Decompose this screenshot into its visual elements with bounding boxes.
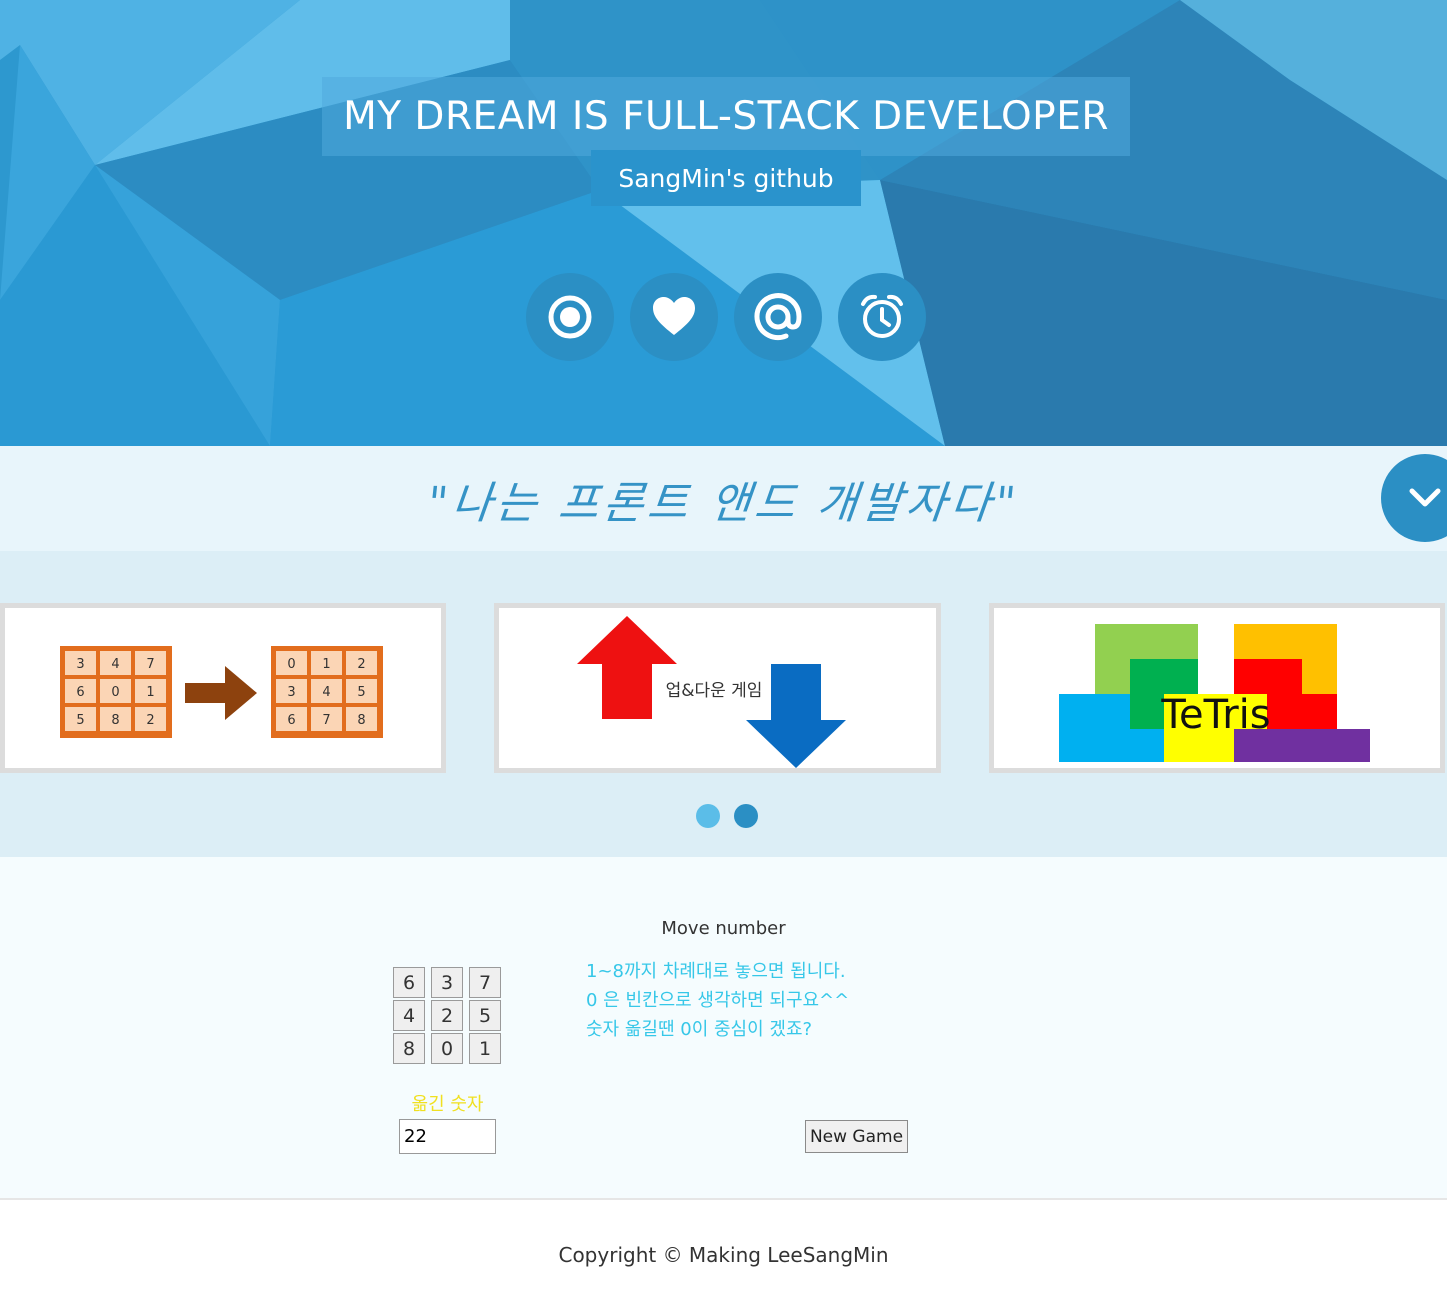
new-game-button[interactable]: New Game	[805, 1120, 908, 1153]
polygon-background	[0, 0, 1447, 446]
puzzle-cell[interactable]: 1	[469, 1033, 501, 1064]
puzzle-thumb-number: 7	[146, 657, 154, 672]
puzzle-thumb-number: 6	[76, 685, 84, 700]
moved-count-field[interactable]	[399, 1119, 496, 1154]
at-icon[interactable]	[734, 273, 822, 361]
puzzle-thumb-number: 5	[357, 685, 365, 700]
circle-icon[interactable]	[526, 273, 614, 361]
puzzle-thumb-number: 6	[287, 713, 295, 728]
instruction-line: 1~8까지 차례대로 놓으면 됩니다.	[586, 961, 846, 982]
social-icon-row	[526, 273, 926, 361]
arrow-down-icon	[746, 664, 846, 768]
tetris-illustration: TeTris	[1059, 624, 1370, 762]
puzzle-thumb-number: 8	[357, 713, 365, 728]
puzzle-thumb-number: 0	[111, 685, 119, 700]
puzzle-grid: 6 3 7 4 2 5 8 0 1	[393, 967, 501, 1064]
puzzle-thumb-number: 2	[146, 713, 154, 728]
carousel-dot-2[interactable]	[734, 804, 758, 828]
puzzle-thumb-number: 1	[146, 685, 154, 700]
arrow-right-icon	[185, 666, 257, 720]
updown-illustration: 업&다운 게임	[577, 616, 846, 768]
game-title: Move number	[661, 918, 786, 939]
puzzle-cell[interactable]: 5	[469, 1000, 501, 1031]
slide-puzzle[interactable]: 3 4 7 6 0 1 5 8 2 0 1 2 3 4 5 6 7 8	[0, 603, 446, 773]
quote-text: "나는 프론트 앤드 개발자다"	[424, 477, 1022, 529]
project-carousel: 3 4 7 6 0 1 5 8 2 0 1 2 3 4 5 6 7 8 업&다운 게임 TeTris	[0, 551, 1447, 857]
quote-band: "나는 프론트 앤드 개발자다"	[0, 446, 1447, 551]
puzzle-cell[interactable]: 8	[393, 1033, 425, 1064]
puzzle-thumb-number: 3	[76, 657, 84, 672]
puzzle-cell[interactable]: 2	[431, 1000, 463, 1031]
slide-updown[interactable]: 업&다운 게임	[494, 603, 941, 773]
instruction-line: 0 은 빈칸으로 생각하면 되구요^^	[586, 990, 850, 1011]
puzzle-illustration: 3 4 7 6 0 1 5 8 2 0 1 2 3 4 5 6 7 8	[60, 646, 383, 738]
puzzle-cell[interactable]: 6	[393, 967, 425, 998]
tetris-label: TeTris	[1160, 692, 1270, 738]
move-number-game: Move number 6 3 7 4 2 5 8 0 1 1~8까지 차례대로…	[0, 857, 1447, 1199]
alarm-clock-icon[interactable]	[838, 273, 926, 361]
arrow-up-icon	[577, 616, 677, 719]
puzzle-cell[interactable]: 7	[469, 967, 501, 998]
puzzle-thumb-number: 4	[111, 657, 119, 672]
puzzle-thumb-number: 7	[322, 713, 330, 728]
updown-label: 업&다운 게임	[666, 681, 763, 701]
moved-count-label: 옮긴 숫자	[411, 1094, 484, 1115]
puzzle-cell[interactable]: 4	[393, 1000, 425, 1031]
puzzle-thumb-number: 8	[111, 713, 119, 728]
slide-tetris[interactable]: TeTris	[989, 603, 1445, 773]
github-button[interactable]: SangMin's github	[591, 150, 861, 206]
carousel-dots	[696, 804, 758, 828]
copyright-text: Copyright © Making LeeSangMin	[558, 1243, 889, 1267]
hero-title: MY DREAM IS FULL-STACK DEVELOPER	[343, 94, 1109, 139]
game-instructions: 1~8까지 차례대로 놓으면 됩니다. 0 은 빈칸으로 생각하면 되구요^^ …	[586, 957, 849, 1044]
carousel-dot-1[interactable]	[696, 804, 720, 828]
puzzle-thumb-number: 5	[76, 713, 84, 728]
hero-banner: MY DREAM IS FULL-STACK DEVELOPER SangMin…	[0, 0, 1447, 446]
puzzle-thumb-number: 3	[287, 685, 295, 700]
heart-icon[interactable]	[630, 273, 718, 361]
puzzle-thumb-number: 1	[322, 657, 330, 672]
puzzle-thumb-number: 4	[322, 685, 330, 700]
puzzle-cell[interactable]: 3	[431, 967, 463, 998]
puzzle-thumb-number: 0	[287, 657, 295, 672]
hero-title-box: MY DREAM IS FULL-STACK DEVELOPER	[322, 77, 1130, 156]
chevron-down-icon	[1409, 488, 1441, 507]
puzzle-thumb-number: 2	[357, 657, 365, 672]
footer: Copyright © Making LeeSangMin	[0, 1198, 1447, 1310]
puzzle-cell[interactable]: 0	[431, 1033, 463, 1064]
instruction-line: 숫자 옮길땐 0이 중심이 겠죠?	[586, 1019, 813, 1040]
